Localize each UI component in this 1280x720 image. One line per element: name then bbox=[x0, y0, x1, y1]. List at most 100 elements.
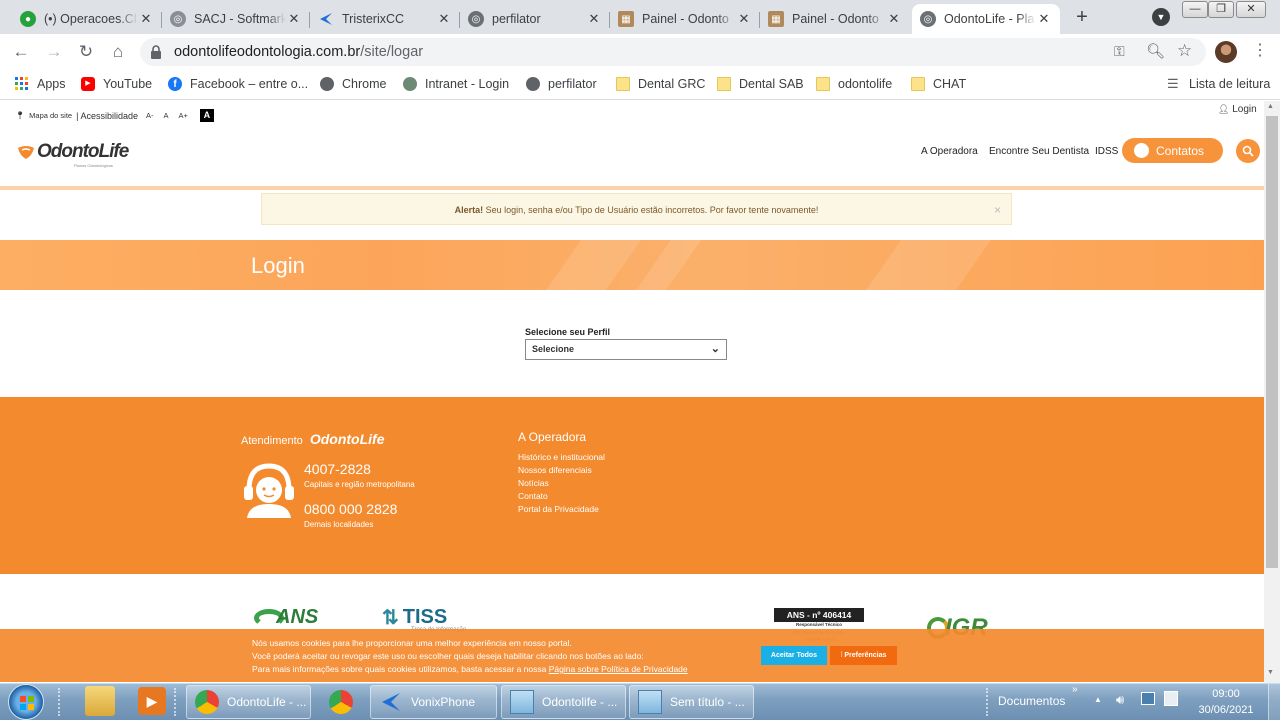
font-increase-button[interactable]: A+ bbox=[179, 111, 188, 120]
avatar[interactable] bbox=[1215, 41, 1237, 63]
nav-idss[interactable]: IDSS bbox=[1095, 146, 1118, 157]
tab-operacoes[interactable]: ● (•) Operacoes.Cl ✕ bbox=[12, 4, 162, 34]
bookmark-folder-chat[interactable]: CHAT bbox=[911, 77, 966, 91]
close-icon[interactable]: ✕ bbox=[436, 11, 452, 27]
show-hidden-icons-button[interactable]: ▲ bbox=[1094, 695, 1102, 704]
action-center-icon[interactable] bbox=[1164, 691, 1178, 706]
clock-time: 09:00 bbox=[1212, 688, 1240, 700]
taskbar-item-label: VonixPhone bbox=[411, 695, 476, 709]
contatos-button[interactable]: Contatos bbox=[1122, 138, 1223, 163]
url-host: odontolifeodontologia.com.br bbox=[174, 44, 361, 60]
contatos-label: Contatos bbox=[1156, 143, 1205, 158]
media-player-icon[interactable]: ▶ bbox=[138, 687, 166, 715]
bookmark-chrome[interactable]: Chrome bbox=[320, 77, 386, 91]
cookie-preferences-button[interactable]: ⫶ Preferências bbox=[830, 646, 897, 665]
nav-encontre-dentista[interactable]: Encontre Seu Dentista bbox=[989, 146, 1089, 157]
bookmark-youtube[interactable]: ▶ YouTube bbox=[81, 77, 152, 91]
accept-all-cookies-button[interactable]: Aceitar Todos bbox=[761, 646, 827, 665]
bookmark-apps[interactable]: Apps bbox=[15, 77, 66, 91]
forward-button[interactable]: → bbox=[42, 40, 66, 64]
bookmark-folder-dental-grc[interactable]: Dental GRC bbox=[616, 77, 705, 91]
vonix-icon bbox=[379, 690, 403, 714]
url-path: /site/logar bbox=[360, 44, 424, 60]
tab-tristerix[interactable]: TristerixCC ✕ bbox=[310, 4, 460, 34]
maximize-button[interactable]: ❐ bbox=[1208, 1, 1234, 18]
new-tab-button[interactable]: + bbox=[1070, 6, 1094, 30]
taskbar-grip bbox=[174, 688, 178, 716]
network-icon[interactable] bbox=[1141, 692, 1155, 705]
footer-link-privacidade[interactable]: Portal da Privacidade bbox=[518, 504, 599, 514]
close-icon[interactable]: ✕ bbox=[736, 11, 752, 27]
privacy-policy-link[interactable]: Página sobre Política de Privacidade bbox=[549, 664, 688, 674]
reading-list-button[interactable]: ☰ Lista de leitura bbox=[1167, 77, 1270, 92]
scroll-up-icon[interactable]: ▲ bbox=[1267, 103, 1274, 110]
sitemap-link[interactable]: Mapa do site bbox=[29, 111, 72, 120]
close-icon[interactable]: ✕ bbox=[286, 11, 302, 27]
minimize-button[interactable]: — bbox=[1182, 1, 1208, 18]
tab-perfilator[interactable]: ◎ perfilator ✕ bbox=[460, 4, 610, 34]
taskbar-item-sem-titulo[interactable]: Sem título - ... bbox=[629, 685, 754, 719]
star-icon[interactable]: ☆ bbox=[1177, 41, 1192, 61]
taskbar-clock[interactable]: 09:00 30/06/2021 bbox=[1196, 686, 1256, 718]
close-icon[interactable]: ✕ bbox=[138, 11, 154, 27]
bookmark-facebook[interactable]: f Facebook – entre o... bbox=[168, 77, 308, 91]
tab-painel-1[interactable]: ▦ Painel - Odonto ✕ bbox=[610, 4, 760, 34]
headset-icon bbox=[1134, 143, 1149, 158]
back-button[interactable]: ← bbox=[9, 40, 33, 64]
taskbar-item-odontolife-notepad[interactable]: Odontolife - ... bbox=[501, 685, 626, 719]
windows-start-button[interactable] bbox=[8, 684, 44, 720]
taskbar-grip bbox=[986, 688, 990, 716]
scrollbar-thumb[interactable] bbox=[1266, 116, 1278, 568]
chevron-right-icon[interactable]: » bbox=[1072, 684, 1078, 695]
home-button[interactable]: ⌂ bbox=[106, 40, 130, 64]
bookmark-perfilator[interactable]: perfilator bbox=[526, 77, 597, 91]
site-search-button[interactable] bbox=[1236, 139, 1260, 163]
sliders-icon: ⫶ bbox=[840, 652, 843, 659]
bookmark-folder-dental-sab[interactable]: Dental SAB bbox=[717, 77, 804, 91]
alert-close-button[interactable]: × bbox=[994, 194, 1001, 226]
menu-icon[interactable]: ⋮ bbox=[1252, 41, 1268, 61]
apps-grid-icon bbox=[15, 77, 29, 91]
documents-toolbar-label[interactable]: Documentos bbox=[998, 694, 1065, 708]
lock-icon[interactable] bbox=[150, 45, 162, 59]
show-desktop-button[interactable] bbox=[1268, 684, 1280, 720]
bookmark-intranet[interactable]: Intranet - Login bbox=[403, 77, 509, 91]
taskbar-item-odontolife-chrome[interactable]: OdontoLife - ... bbox=[186, 685, 311, 719]
footer-link-historico[interactable]: Histórico e institucional bbox=[518, 452, 605, 462]
close-icon[interactable]: ✕ bbox=[586, 11, 602, 27]
contrast-toggle[interactable]: A bbox=[199, 109, 214, 122]
close-icon[interactable]: ✕ bbox=[1036, 11, 1052, 27]
tab-painel-2[interactable]: ▦ Painel - Odonto ✕ bbox=[760, 4, 910, 34]
tab-sacj[interactable]: ◎ SACJ - Softmark ✕ bbox=[162, 4, 310, 34]
font-reset-button[interactable]: A bbox=[163, 111, 168, 120]
footer-link-diferenciais[interactable]: Nossos diferenciais bbox=[518, 465, 592, 475]
taskbar-item-chrome[interactable] bbox=[318, 685, 364, 719]
nav-a-operadora[interactable]: A Operadora bbox=[921, 146, 978, 157]
site-logo[interactable]: OdontoLife bbox=[17, 141, 129, 163]
taskbar-item-vonixphone[interactable]: VonixPhone bbox=[370, 685, 497, 719]
tab-odontolife-active[interactable]: ◎ OdontoLife - Pla ✕ bbox=[912, 4, 1060, 34]
notepad-icon bbox=[510, 690, 534, 714]
footer-link-contato[interactable]: Contato bbox=[518, 491, 548, 501]
header-login-link[interactable]: 👤︎ Login bbox=[1218, 104, 1257, 115]
footer-link-noticias[interactable]: Notícias bbox=[518, 478, 549, 488]
profile-select[interactable]: Selecione ⌄ bbox=[525, 339, 727, 360]
tab-search-icon[interactable]: ▼ bbox=[1152, 8, 1170, 26]
reload-button[interactable]: ↻ bbox=[74, 40, 98, 64]
bookmark-folder-odontolife[interactable]: odontolife bbox=[816, 77, 892, 91]
clock-date: 30/06/2021 bbox=[1198, 704, 1254, 716]
font-decrease-button[interactable]: A- bbox=[146, 111, 154, 120]
file-explorer-icon[interactable] bbox=[85, 686, 115, 716]
close-icon[interactable]: ✕ bbox=[886, 11, 902, 27]
zoom-icon[interactable]: 🔍︎ bbox=[1146, 42, 1165, 60]
taskbar-item-label: OdontoLife - ... bbox=[227, 695, 307, 709]
key-icon[interactable]: ⚿ bbox=[1114, 43, 1125, 60]
scroll-down-icon[interactable]: ▼ bbox=[1267, 669, 1274, 676]
close-window-button[interactable]: ✕ bbox=[1236, 1, 1266, 18]
header-divider bbox=[0, 186, 1264, 190]
bookmark-label: CHAT bbox=[933, 77, 967, 91]
youtube-icon: ▶ bbox=[81, 77, 95, 91]
folder-icon bbox=[717, 77, 731, 91]
url-text[interactable]: odontolifeodontologia.com.br/site/logar bbox=[174, 44, 423, 60]
volume-icon[interactable]: 🔊︎ bbox=[1116, 692, 1124, 708]
